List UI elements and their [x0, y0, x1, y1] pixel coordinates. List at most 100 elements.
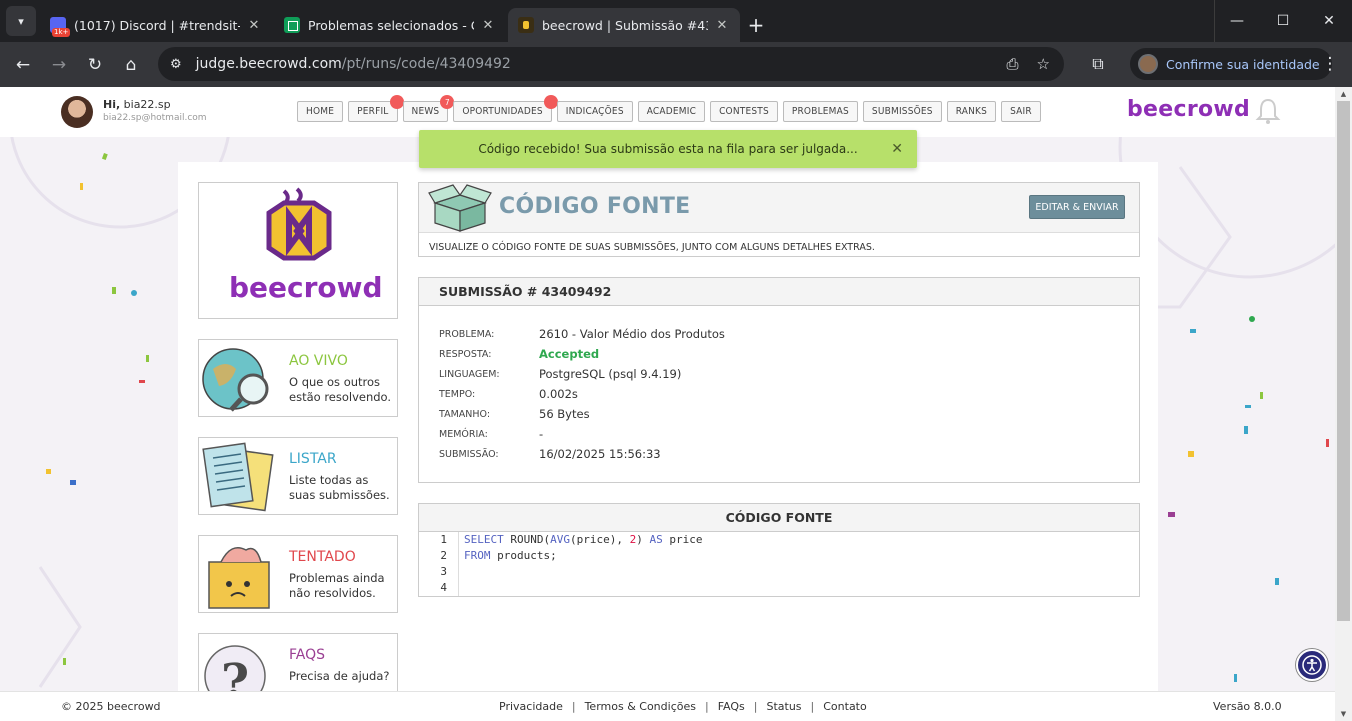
site-info-icon[interactable]: ⚙	[170, 57, 182, 72]
greeting: Hi, bia22.sp	[103, 98, 171, 111]
detail-row-linguagem: LINGUAGEM: PostgreSQL (psql 9.4.19)	[439, 367, 681, 381]
close-window-icon[interactable]: ✕	[1306, 0, 1352, 42]
detail-value: PostgreSQL (psql 9.4.19)	[539, 367, 682, 381]
edit-and-submit-button[interactable]: EDITAR & ENVIAR	[1029, 195, 1125, 219]
list-papers-icon	[202, 442, 274, 512]
code-editor[interactable]: 1 2 3 4 SELECT ROUND(AVG(price), 2) AS p…	[419, 532, 1139, 596]
close-icon[interactable]: ✕	[891, 141, 903, 157]
identity-button[interactable]: Confirme sua identidade	[1130, 48, 1332, 80]
home-icon[interactable]: ⌂	[113, 47, 149, 83]
code-line: FROM products;	[464, 549, 557, 562]
detail-key: TEMPO:	[439, 389, 476, 400]
footer-link-termos[interactable]: Termos & Condições	[585, 700, 696, 713]
close-tab-icon[interactable]: ✕	[714, 18, 730, 33]
tab-title: Problemas selecionados - Goog	[308, 17, 474, 33]
nav-news[interactable]: NEWS 7	[402, 95, 455, 122]
sidebar-card-listar[interactable]: LISTAR Liste todas as suas submissões.	[198, 437, 398, 515]
detail-key: MEMÓRIA:	[439, 429, 488, 440]
news-count-badge: 7	[440, 95, 455, 109]
reload-icon[interactable]: ↻	[77, 47, 113, 83]
page-scrollbar[interactable]: ▲ ▼	[1335, 87, 1352, 721]
separator: |	[810, 700, 815, 713]
extensions-icon[interactable]: ⧉	[1080, 46, 1116, 82]
discord-icon: 1k+	[50, 17, 71, 37]
new-tab-icon[interactable]: +	[742, 8, 770, 42]
install-app-icon[interactable]: ⎙	[1007, 55, 1019, 73]
detail-row-tempo: TEMPO: 0.002s	[439, 387, 578, 401]
detail-value: -	[539, 427, 544, 441]
detail-row-memoria: MEMÓRIA: -	[439, 427, 543, 441]
crumpled-box-icon	[208, 547, 270, 609]
nav-home[interactable]: HOME	[297, 101, 344, 122]
nav-oportunidades[interactable]: OPORTUNIDADES	[453, 95, 558, 122]
globe-magnifier-icon	[202, 348, 269, 412]
nav-submissoes[interactable]: SUBMISSÕES	[862, 101, 942, 122]
line-number: 1	[440, 533, 447, 546]
user-avatar[interactable]	[61, 96, 93, 128]
bookmark-star-icon[interactable]: ☆	[1037, 55, 1050, 73]
notification-dot	[389, 95, 404, 109]
footer-link-privacidade[interactable]: Privacidade	[499, 700, 563, 713]
detail-row-problema: PROBLEMA: 2610 - Valor Médio dos Produtos	[439, 327, 725, 341]
detail-key: TAMANHO:	[439, 409, 491, 420]
nav-ranks[interactable]: RANKS	[946, 101, 997, 122]
source-panel-header: CÓDIGO FONTE EDITAR & ENVIAR	[419, 183, 1139, 233]
beecrowd-hex-logo-icon	[266, 187, 332, 261]
sidebar-logo[interactable]: beecrowd	[198, 182, 398, 319]
nav-label: SAIR	[1010, 106, 1032, 117]
card-title: FAQS	[289, 647, 326, 663]
tab-sheets[interactable]: Problemas selecionados - Goog ✕	[274, 8, 506, 42]
card-desc: Liste todas as suas submissões.	[289, 473, 390, 502]
page-viewport: Hi, bia22.sp bia22.sp@hotmail.com HOME P…	[0, 87, 1335, 721]
nav-label: OPORTUNIDADES	[462, 106, 543, 117]
scroll-up-icon[interactable]: ▲	[1335, 87, 1352, 101]
footer-link-status[interactable]: Status	[766, 700, 801, 713]
close-tab-icon[interactable]: ✕	[246, 18, 262, 33]
line-number: 3	[440, 565, 447, 578]
footer-link-contato[interactable]: Contato	[823, 700, 866, 713]
card-title: AO VIVO	[289, 353, 348, 369]
submission-details-panel: SUBMISSÃO # 43409492 PROBLEMA: 2610 - Val…	[418, 277, 1140, 483]
main-nav: HOME PERFIL NEWS 7 OPORTUNIDADES INDICAÇÕ…	[297, 95, 1041, 122]
problem-link[interactable]: 2610 - Valor Médio dos Produtos	[539, 327, 725, 341]
sidebar-card-tentado[interactable]: TENTADO Problemas ainda não resolvidos.	[198, 535, 398, 613]
minimize-icon[interactable]: —	[1214, 0, 1260, 42]
maximize-icon[interactable]: ☐	[1260, 0, 1306, 42]
code-line: SELECT ROUND(AVG(price), 2) AS price	[464, 533, 703, 546]
address-bar[interactable]: ⚙ judge.beecrowd.com/pt/runs/code/434094…	[158, 47, 1064, 81]
scrollbar-thumb[interactable]	[1337, 101, 1350, 621]
nav-problemas[interactable]: PROBLEMAS	[782, 101, 858, 122]
footer-link-faqs[interactable]: FAQs	[718, 700, 745, 713]
nav-label: HOME	[306, 106, 335, 117]
nav-label: RANKS	[955, 106, 988, 117]
browser-menu-icon[interactable]: ⋮	[1316, 50, 1344, 78]
detail-key: RESPOSTA:	[439, 349, 492, 360]
submission-toast: Código recebido! Sua submissão esta na f…	[419, 130, 917, 168]
greeting-prefix: Hi,	[103, 98, 121, 111]
nav-indicacoes[interactable]: INDICAÇÕES	[556, 101, 633, 122]
nav-sair[interactable]: SAIR	[1001, 101, 1041, 122]
nav-contests[interactable]: CONTESTS	[710, 101, 778, 122]
close-tab-icon[interactable]: ✕	[480, 18, 496, 33]
bell-icon[interactable]	[1255, 97, 1281, 125]
user-email: bia22.sp@hotmail.com	[103, 113, 207, 123]
accessibility-icon[interactable]	[1296, 649, 1328, 681]
scroll-down-icon[interactable]: ▼	[1335, 707, 1352, 721]
forward-icon[interactable]: →	[41, 47, 77, 83]
panel-subtitle: VISUALIZE O CÓDIGO FONTE DE SUAS SUBMISS…	[429, 242, 875, 253]
line-number: 2	[440, 549, 447, 562]
back-icon[interactable]: ←	[5, 47, 41, 83]
nav-academic[interactable]: ACADEMIC	[637, 101, 706, 122]
detail-row-resposta: RESPOSTA: Accepted	[439, 347, 599, 361]
card-title: TENTADO	[289, 549, 356, 565]
tab-beecrowd[interactable]: beecrowd | Submissão #43409492 ✕	[508, 8, 740, 42]
tab-search-chevron-icon[interactable]: ▾	[6, 6, 36, 36]
sidebar-card-ao-vivo[interactable]: AO VIVO O que os outros estão resolvendo…	[198, 339, 398, 417]
browser-toolbar: ← → ↻ ⌂ ⚙ judge.beecrowd.com/pt/runs/cod…	[0, 42, 1352, 87]
detail-key: LINGUAGEM:	[439, 369, 500, 380]
nav-perfil[interactable]: PERFIL	[348, 95, 404, 122]
tab-discord[interactable]: 1k+ (1017) Discord | #trendsit-plus | ✕	[40, 8, 272, 42]
version-label: Versão 8.0.0	[1213, 700, 1282, 713]
beecrowd-logo[interactable]: beecrowd	[1127, 97, 1250, 122]
panel-title: CÓDIGO FONTE	[499, 194, 691, 219]
